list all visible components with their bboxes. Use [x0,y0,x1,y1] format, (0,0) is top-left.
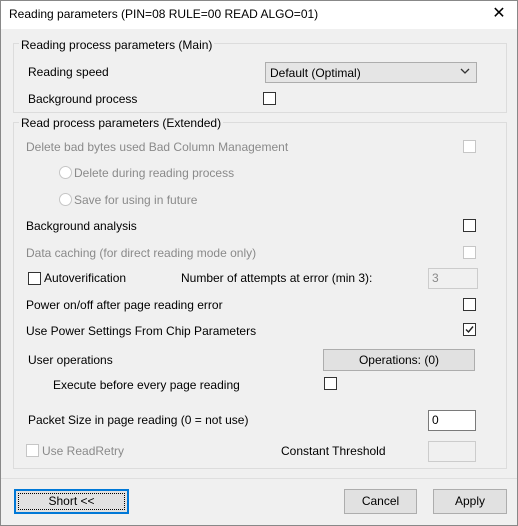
dialog-window: Reading parameters (PIN=08 RULE=00 READ … [0,0,518,526]
power-onoff-checkbox[interactable] [463,298,476,311]
execute-before-label: Execute before every page reading [53,378,240,392]
user-operations-label: User operations [28,353,113,367]
attempts-value: 3 [432,271,439,285]
checkmark-icon [465,326,474,334]
background-analysis-label: Background analysis [26,219,137,233]
reading-speed-value: Default (Optimal) [270,66,361,80]
operations-button[interactable]: Operations: (0) [323,349,475,371]
use-power-settings-checkbox[interactable] [463,323,476,336]
close-icon[interactable]: ✕ [487,3,511,25]
use-readretry-label: Use ReadRetry [42,444,125,458]
delete-bad-bytes-checkbox[interactable] [463,140,476,153]
background-process-label: Background process [28,92,138,106]
autoverification-label: Autoverification [44,271,127,285]
main-group-title: Reading process parameters (Main) [19,38,215,52]
chevron-down-icon [460,65,470,80]
apply-button-label: Apply [454,494,486,508]
reading-speed-label: Reading speed [28,65,109,79]
ext-group-title: Read process parameters (Extended) [19,116,224,130]
short-button-label: Short << [48,494,95,508]
footer-divider [1,478,517,479]
delete-bad-bytes-label: Delete bad bytes used Bad Column Managem… [26,140,289,154]
data-caching-checkbox[interactable] [463,246,476,259]
short-button[interactable]: Short << [14,489,129,514]
cancel-button-label: Cancel [361,494,400,508]
background-analysis-checkbox[interactable] [463,219,476,232]
autoverification-checkbox[interactable] [28,272,41,285]
power-onoff-label: Power on/off after page reading error [26,298,223,312]
attempts-input[interactable]: 3 [428,268,478,289]
delete-during-label: Delete during reading process [74,166,235,180]
title-bar: Reading parameters (PIN=08 RULE=00 READ … [1,1,517,29]
background-process-checkbox[interactable] [263,92,276,105]
packet-size-label: Packet Size in page reading (0 = not use… [28,413,249,427]
use-power-settings-label: Use Power Settings From Chip Parameters [26,324,257,338]
constant-threshold-label: Constant Threshold [281,444,386,458]
data-caching-label: Data caching (for direct reading mode on… [26,246,257,260]
cancel-button[interactable]: Cancel [344,489,417,514]
delete-during-radio[interactable] [59,166,72,179]
apply-button[interactable]: Apply [433,489,507,514]
save-for-future-radio[interactable] [59,193,72,206]
attempts-label: Number of attempts at error (min 3): [181,271,373,285]
use-readretry-checkbox[interactable] [26,444,39,457]
constant-threshold-input[interactable] [428,441,476,462]
window-title: Reading parameters (PIN=08 RULE=00 READ … [9,7,319,21]
packet-size-value: 0 [432,413,439,427]
packet-size-input[interactable]: 0 [428,410,476,431]
operations-button-label: Operations: (0) [358,353,440,367]
save-for-future-label: Save for using in future [74,193,198,207]
execute-before-checkbox[interactable] [324,377,337,390]
reading-speed-select[interactable]: Default (Optimal) [265,62,477,83]
